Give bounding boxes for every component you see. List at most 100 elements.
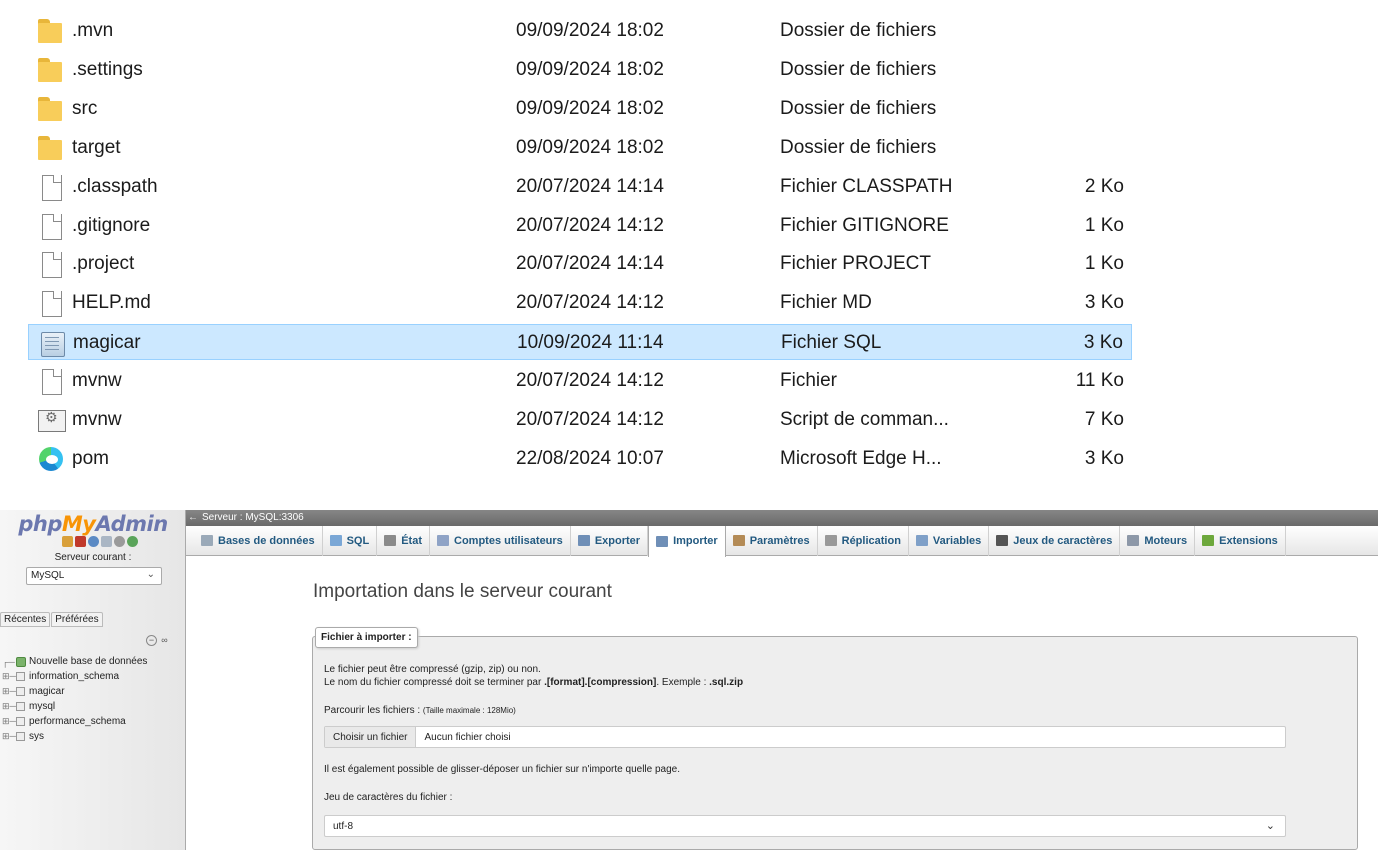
file-date: 20/07/2024 14:12: [516, 292, 664, 314]
tree-line-icon: ┌─: [2, 656, 15, 667]
file-name: src: [72, 97, 98, 119]
home-icon[interactable]: [62, 536, 73, 547]
expand-icon[interactable]: ⊞─: [2, 701, 16, 712]
file-row[interactable]: .project 20/07/2024 14:14 Fichier PROJECT 1…: [28, 246, 1132, 282]
reload-icon[interactable]: [127, 536, 138, 547]
server-select[interactable]: MySQL ⌄: [26, 567, 162, 585]
back-arrow-icon[interactable]: ←: [188, 510, 198, 526]
nav-icon-bar: [62, 536, 142, 550]
database-item-performance-schema[interactable]: ⊞─ performance_schema: [2, 714, 182, 729]
choose-file-button[interactable]: Choisir un fichier: [325, 727, 417, 747]
docs-icon[interactable]: [101, 536, 112, 547]
database-icon: [16, 687, 25, 696]
compress-example-label: . Exemple :: [656, 677, 710, 688]
breadcrumb-server[interactable]: Serveur : MySQL:3306: [202, 510, 304, 526]
drag-drop-note: Il est également possible de glisser-dép…: [324, 764, 680, 775]
file-row[interactable]: pom 22/08/2024 10:07 Microsoft Edge H... 3 …: [28, 441, 1132, 477]
menu-label: Importer: [673, 535, 718, 547]
file-row[interactable]: HELP.md 20/07/2024 14:12 Fichier MD 3 Ko: [28, 285, 1132, 321]
tab-replication[interactable]: Réplication: [818, 525, 909, 556]
file-input[interactable]: Choisir un fichier Aucun fichier choisi: [324, 726, 1286, 748]
file-row[interactable]: .settings 09/09/2024 18:02 Dossier de fich…: [28, 52, 1132, 88]
expand-icon[interactable]: ⊞─: [2, 716, 16, 727]
menu-label: Réplication: [841, 534, 901, 547]
file-type: Fichier PROJECT: [780, 253, 931, 275]
compress-example: .sql.zip: [709, 677, 744, 688]
logo-php: php: [18, 512, 62, 536]
expand-icon[interactable]: ⊞─: [2, 731, 16, 742]
import-icon: [656, 535, 669, 547]
breadcrumb: ← Serveur : MySQL:3306: [186, 510, 1378, 526]
file-type: Fichier CLASSPATH: [780, 175, 953, 197]
tab-variables[interactable]: Variables: [909, 525, 990, 556]
menu-label: Extensions: [1219, 534, 1278, 547]
file-row[interactable]: .gitignore 20/07/2024 14:12 Fichier GITIGN…: [28, 208, 1132, 244]
database-item-sys[interactable]: ⊞─ sys: [2, 729, 182, 744]
no-file-chosen-label: Aucun fichier choisi: [424, 731, 511, 743]
charset-icon: [996, 535, 1009, 546]
compress-note-text: Le nom du fichier compressé doit se term…: [324, 677, 545, 688]
file-date: 09/09/2024 18:02: [516, 136, 664, 158]
tab-extensions[interactable]: Extensions: [1195, 525, 1286, 556]
tab-import[interactable]: Importer: [648, 525, 726, 557]
phpmyadmin-logo[interactable]: phpMyAdmin: [0, 512, 186, 536]
menu-label: Bases de données: [218, 534, 315, 547]
file-name: .mvn: [72, 20, 114, 41]
tab-charset[interactable]: Jeux de caractères: [989, 525, 1121, 556]
tab-status[interactable]: État: [377, 525, 430, 556]
new-database-label: Nouvelle base de données: [29, 656, 148, 667]
engines-icon: [1127, 535, 1140, 546]
file-name: mvnw: [72, 409, 122, 430]
tab-export[interactable]: Exporter: [571, 525, 649, 556]
tab-settings[interactable]: Paramètres: [726, 525, 818, 556]
tab-users[interactable]: Comptes utilisateurs: [430, 525, 571, 556]
file-row[interactable]: src 09/09/2024 18:02 Dossier de fichiers: [28, 91, 1132, 127]
file-row[interactable]: mvnw 20/07/2024 14:12 Fichier 11 Ko: [28, 363, 1132, 399]
database-item-magicar[interactable]: ⊞─ magicar: [2, 684, 182, 699]
file-size: 3 Ko: [1083, 332, 1123, 354]
file-row[interactable]: mvnw 20/07/2024 14:12 Script de comman... 7…: [28, 402, 1132, 438]
tab-database[interactable]: Bases de données: [194, 525, 323, 556]
file-row[interactable]: target 09/09/2024 18:02 Dossier de fichier…: [28, 130, 1132, 166]
menu-label: Exporter: [594, 534, 641, 547]
expand-icon[interactable]: ⊞─: [2, 686, 16, 697]
file-name: .gitignore: [72, 214, 151, 236]
file-row[interactable]: .mvn 09/09/2024 18:02 Dossier de fichiers: [28, 13, 1132, 49]
tab-favorites[interactable]: Préférées: [51, 612, 103, 627]
database-label: information_schema: [29, 671, 120, 682]
gear-icon[interactable]: [114, 536, 125, 547]
file-row[interactable]: .classpath 20/07/2024 14:14 Fichier CLASSP…: [28, 169, 1132, 205]
file-icon: [38, 368, 64, 396]
charset-select[interactable]: utf-8 ⌄: [324, 815, 1286, 837]
logo-my: My: [61, 512, 96, 536]
expand-icon[interactable]: ⊞─: [2, 671, 16, 682]
folder-icon: [38, 18, 64, 44]
help-icon[interactable]: [88, 536, 99, 547]
database-item-mysql[interactable]: ⊞─ mysql: [2, 699, 182, 714]
exit-icon[interactable]: [75, 536, 86, 547]
tab-sql[interactable]: SQL: [323, 525, 378, 556]
file-row[interactable]: magicar 10/09/2024 11:14 Fichier SQL 3 Ko: [28, 324, 1132, 361]
collapse-all-icon[interactable]: −: [146, 635, 157, 646]
file-size: 3 Ko: [1084, 447, 1124, 469]
database-item-information-schema[interactable]: ⊞─ information_schema: [2, 669, 182, 684]
menu-label: Variables: [932, 534, 982, 547]
fieldset-legend: Fichier à importer :: [315, 627, 418, 648]
database-icon: [16, 717, 25, 726]
file-type: Dossier de fichiers: [780, 58, 937, 80]
file-name: pom: [72, 447, 109, 469]
new-database-item[interactable]: ┌─ Nouvelle base de données: [2, 654, 182, 669]
pma-navigation-panel: phpMyAdmin Serveur courant : MySQL ⌄ Réce…: [0, 510, 186, 850]
tab-recent[interactable]: Récentes: [0, 612, 51, 627]
file-size: 3 Ko: [1084, 292, 1124, 314]
file-date: 20/07/2024 14:14: [516, 175, 664, 197]
file-name: magicar: [73, 332, 141, 354]
menu-label: Paramètres: [749, 534, 810, 547]
file-size: 1 Ko: [1084, 253, 1124, 275]
link-icon[interactable]: ∞: [159, 636, 170, 647]
file-type: Fichier MD: [780, 292, 872, 314]
chevron-down-icon: ⌄: [1265, 820, 1275, 832]
menu-label: Jeux de caractères: [1013, 534, 1113, 547]
tab-engines[interactable]: Moteurs: [1120, 525, 1196, 556]
file-type: Dossier de fichiers: [780, 20, 937, 41]
